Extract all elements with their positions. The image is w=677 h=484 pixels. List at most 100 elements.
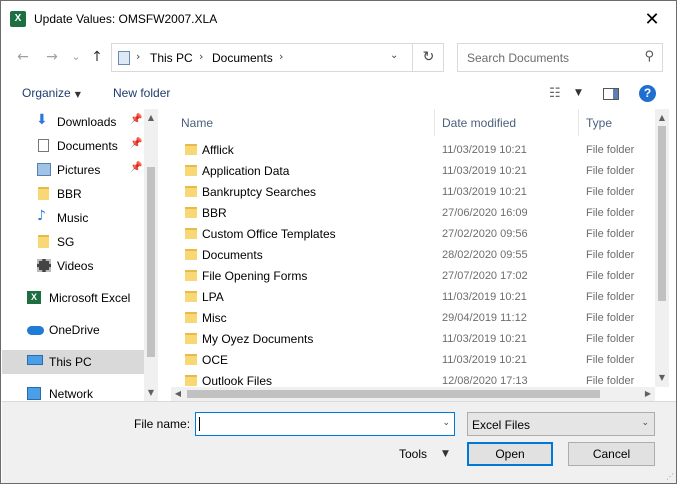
file-row[interactable]: My Oyez Documents 11/03/2019 10:21 File fo…	[171, 329, 655, 350]
change-view-icon[interactable]: ☷	[549, 86, 561, 101]
sidebar-item-label: Documents	[57, 139, 118, 153]
open-file-dialog: X Update Values: OMSFW2007.XLA ✕ ← → ⌄ ↑…	[0, 0, 677, 484]
close-button[interactable]: ✕	[636, 7, 668, 33]
file-list-horizontal-scrollbar[interactable]: ◀ ▶	[171, 387, 655, 401]
sidebar-item-videos[interactable]: Videos	[2, 254, 144, 278]
scrollbar-thumb[interactable]	[147, 167, 155, 357]
file-name-dropdown-icon[interactable]: ⌄	[442, 418, 450, 428]
navigation-pane-scrollbar[interactable]: ▲ ▼	[144, 109, 158, 401]
preview-pane-icon[interactable]	[603, 88, 619, 100]
column-divider[interactable]	[578, 109, 579, 136]
scroll-up-arrow-icon[interactable]: ▲	[144, 111, 158, 125]
address-dropdown-icon[interactable]: ⌄	[390, 50, 398, 61]
file-name: OCE	[202, 353, 229, 367]
sidebar-item-onedrive[interactable]: OneDrive	[2, 318, 144, 342]
file-row[interactable]: BBR 27/06/2020 16:09 File folder	[171, 203, 655, 224]
cancel-button[interactable]: Cancel	[568, 442, 655, 466]
file-list-vertical-scrollbar[interactable]: ▲ ▼	[655, 109, 669, 387]
file-type: File folder	[586, 270, 635, 282]
sidebar-item-pictures[interactable]: Pictures 📌	[2, 158, 144, 182]
title-bar: X Update Values: OMSFW2007.XLA ✕	[1, 1, 676, 37]
column-divider[interactable]	[434, 109, 435, 136]
column-header-type[interactable]: Type	[586, 116, 612, 143]
file-date-modified: 11/03/2019 10:21	[442, 186, 527, 198]
sort-ascending-icon: ⌃	[301, 109, 309, 116]
sidebar-item-label: Downloads	[57, 115, 117, 129]
file-row[interactable]: Application Data 11/03/2019 10:21 File fol…	[171, 161, 655, 182]
file-row[interactable]: LPA 11/03/2019 10:21 File folder	[171, 287, 655, 308]
new-folder-button[interactable]: New folder	[113, 86, 170, 100]
file-list: ⌃ Name Date modified Type Afflick 11/03/2…	[171, 109, 655, 387]
pin-icon: 📌	[130, 138, 143, 149]
column-header-name[interactable]: Name	[181, 116, 213, 143]
folder-icon	[185, 291, 197, 302]
file-date-modified: 11/03/2019 10:21	[442, 291, 527, 303]
scroll-left-arrow-icon[interactable]: ◀	[171, 387, 185, 401]
folder-icon	[185, 186, 197, 197]
scroll-down-arrow-icon[interactable]: ▼	[144, 386, 158, 400]
this-pc-address-icon	[118, 51, 130, 65]
help-icon[interactable]: ?	[639, 85, 656, 102]
sidebar-item-documents[interactable]: Documents 📌	[2, 134, 144, 158]
file-row[interactable]: Bankruptcy Searches 11/03/2019 10:21 File …	[171, 182, 655, 203]
file-name: Afflick	[202, 143, 234, 157]
navigation-bar: ← → ⌄ ↑ › This PC › Documents › ⌄ ↻ Sear…	[1, 37, 676, 77]
view-options-caret-icon[interactable]: ▼	[575, 88, 582, 98]
file-row[interactable]: Documents 28/02/2020 09:55 File folder	[171, 245, 655, 266]
search-box[interactable]: Search Documents ⚲	[457, 43, 663, 72]
scrollbar-thumb[interactable]	[658, 126, 666, 301]
file-type: File folder	[586, 291, 635, 303]
file-row[interactable]: Custom Office Templates 27/02/2020 09:56 F…	[171, 224, 655, 245]
scroll-down-arrow-icon[interactable]: ▼	[655, 371, 669, 385]
file-date-modified: 11/03/2019 10:21	[442, 165, 527, 177]
file-name: Documents	[202, 248, 263, 262]
forward-arrow-icon[interactable]: →	[41, 45, 63, 69]
scroll-right-arrow-icon[interactable]: ▶	[641, 387, 655, 401]
sidebar-item-label: Pictures	[57, 163, 101, 177]
file-date-modified: 27/07/2020 17:02	[442, 270, 528, 282]
file-row[interactable]: OCE 11/03/2019 10:21 File folder	[171, 350, 655, 371]
file-date-modified: 28/02/2020 09:55	[442, 249, 528, 261]
column-header-date-modified[interactable]: Date modified	[442, 116, 516, 143]
file-name-input[interactable]: ⌄	[195, 412, 455, 436]
breadcrumb-documents[interactable]: Documents	[212, 51, 273, 65]
resize-grip-icon[interactable]: ⋰	[666, 472, 674, 481]
file-row[interactable]: Misc 29/04/2019 11:12 File folder	[171, 308, 655, 329]
file-type-select[interactable]: Excel Files ⌄	[467, 412, 655, 436]
folder-icon	[185, 228, 197, 239]
back-arrow-icon[interactable]: ←	[12, 45, 34, 69]
folder-icon	[185, 375, 197, 386]
recent-locations-chevron-icon[interactable]: ⌄	[65, 45, 87, 69]
sidebar-item-network[interactable]: Network	[2, 382, 144, 401]
file-row[interactable]: File Opening Forms 27/07/2020 17:02 File f…	[171, 266, 655, 287]
file-name: My Oyez Documents	[202, 332, 314, 346]
file-row[interactable]: Afflick 11/03/2019 10:21 File folder	[171, 140, 655, 161]
scroll-up-arrow-icon[interactable]: ▲	[655, 111, 669, 125]
pin-icon: 📌	[130, 114, 143, 125]
documents-icon	[38, 139, 49, 152]
up-arrow-icon[interactable]: ↑	[86, 45, 108, 69]
refresh-icon[interactable]: ↻	[412, 44, 444, 71]
folder-icon	[185, 333, 197, 344]
sidebar-item-label: Microsoft Excel	[49, 291, 131, 305]
scrollbar-thumb[interactable]	[187, 390, 600, 398]
sidebar-item-label: Music	[57, 211, 89, 225]
organize-button[interactable]: Organize ▼	[22, 86, 81, 100]
file-row[interactable]: Outlook Files 12/08/2020 17:13 File folder	[171, 371, 655, 387]
breadcrumb-this-pc[interactable]: This PC	[150, 51, 193, 65]
sidebar-item-label: BBR	[57, 187, 82, 201]
folder-icon	[185, 207, 197, 218]
tools-caret-icon[interactable]: ▼	[442, 449, 449, 459]
sidebar-item-bbr[interactable]: BBR	[2, 182, 144, 206]
sidebar-item-microsoft-excel[interactable]: X Microsoft Excel	[2, 286, 144, 310]
sidebar-item-sg[interactable]: SG	[2, 230, 144, 254]
sidebar-item-downloads[interactable]: ⬇ Downloads 📌	[2, 110, 144, 134]
sidebar-item-this-pc[interactable]: This PC	[2, 350, 144, 374]
address-bar[interactable]: › This PC › Documents › ⌄ ↻	[111, 43, 444, 72]
file-name: LPA	[202, 290, 224, 304]
sidebar-item-music[interactable]: ♪ Music	[2, 206, 144, 230]
open-button[interactable]: Open	[467, 442, 553, 466]
file-type: File folder	[586, 312, 635, 324]
tools-button[interactable]: Tools	[399, 447, 427, 461]
onedrive-icon	[27, 326, 44, 335]
